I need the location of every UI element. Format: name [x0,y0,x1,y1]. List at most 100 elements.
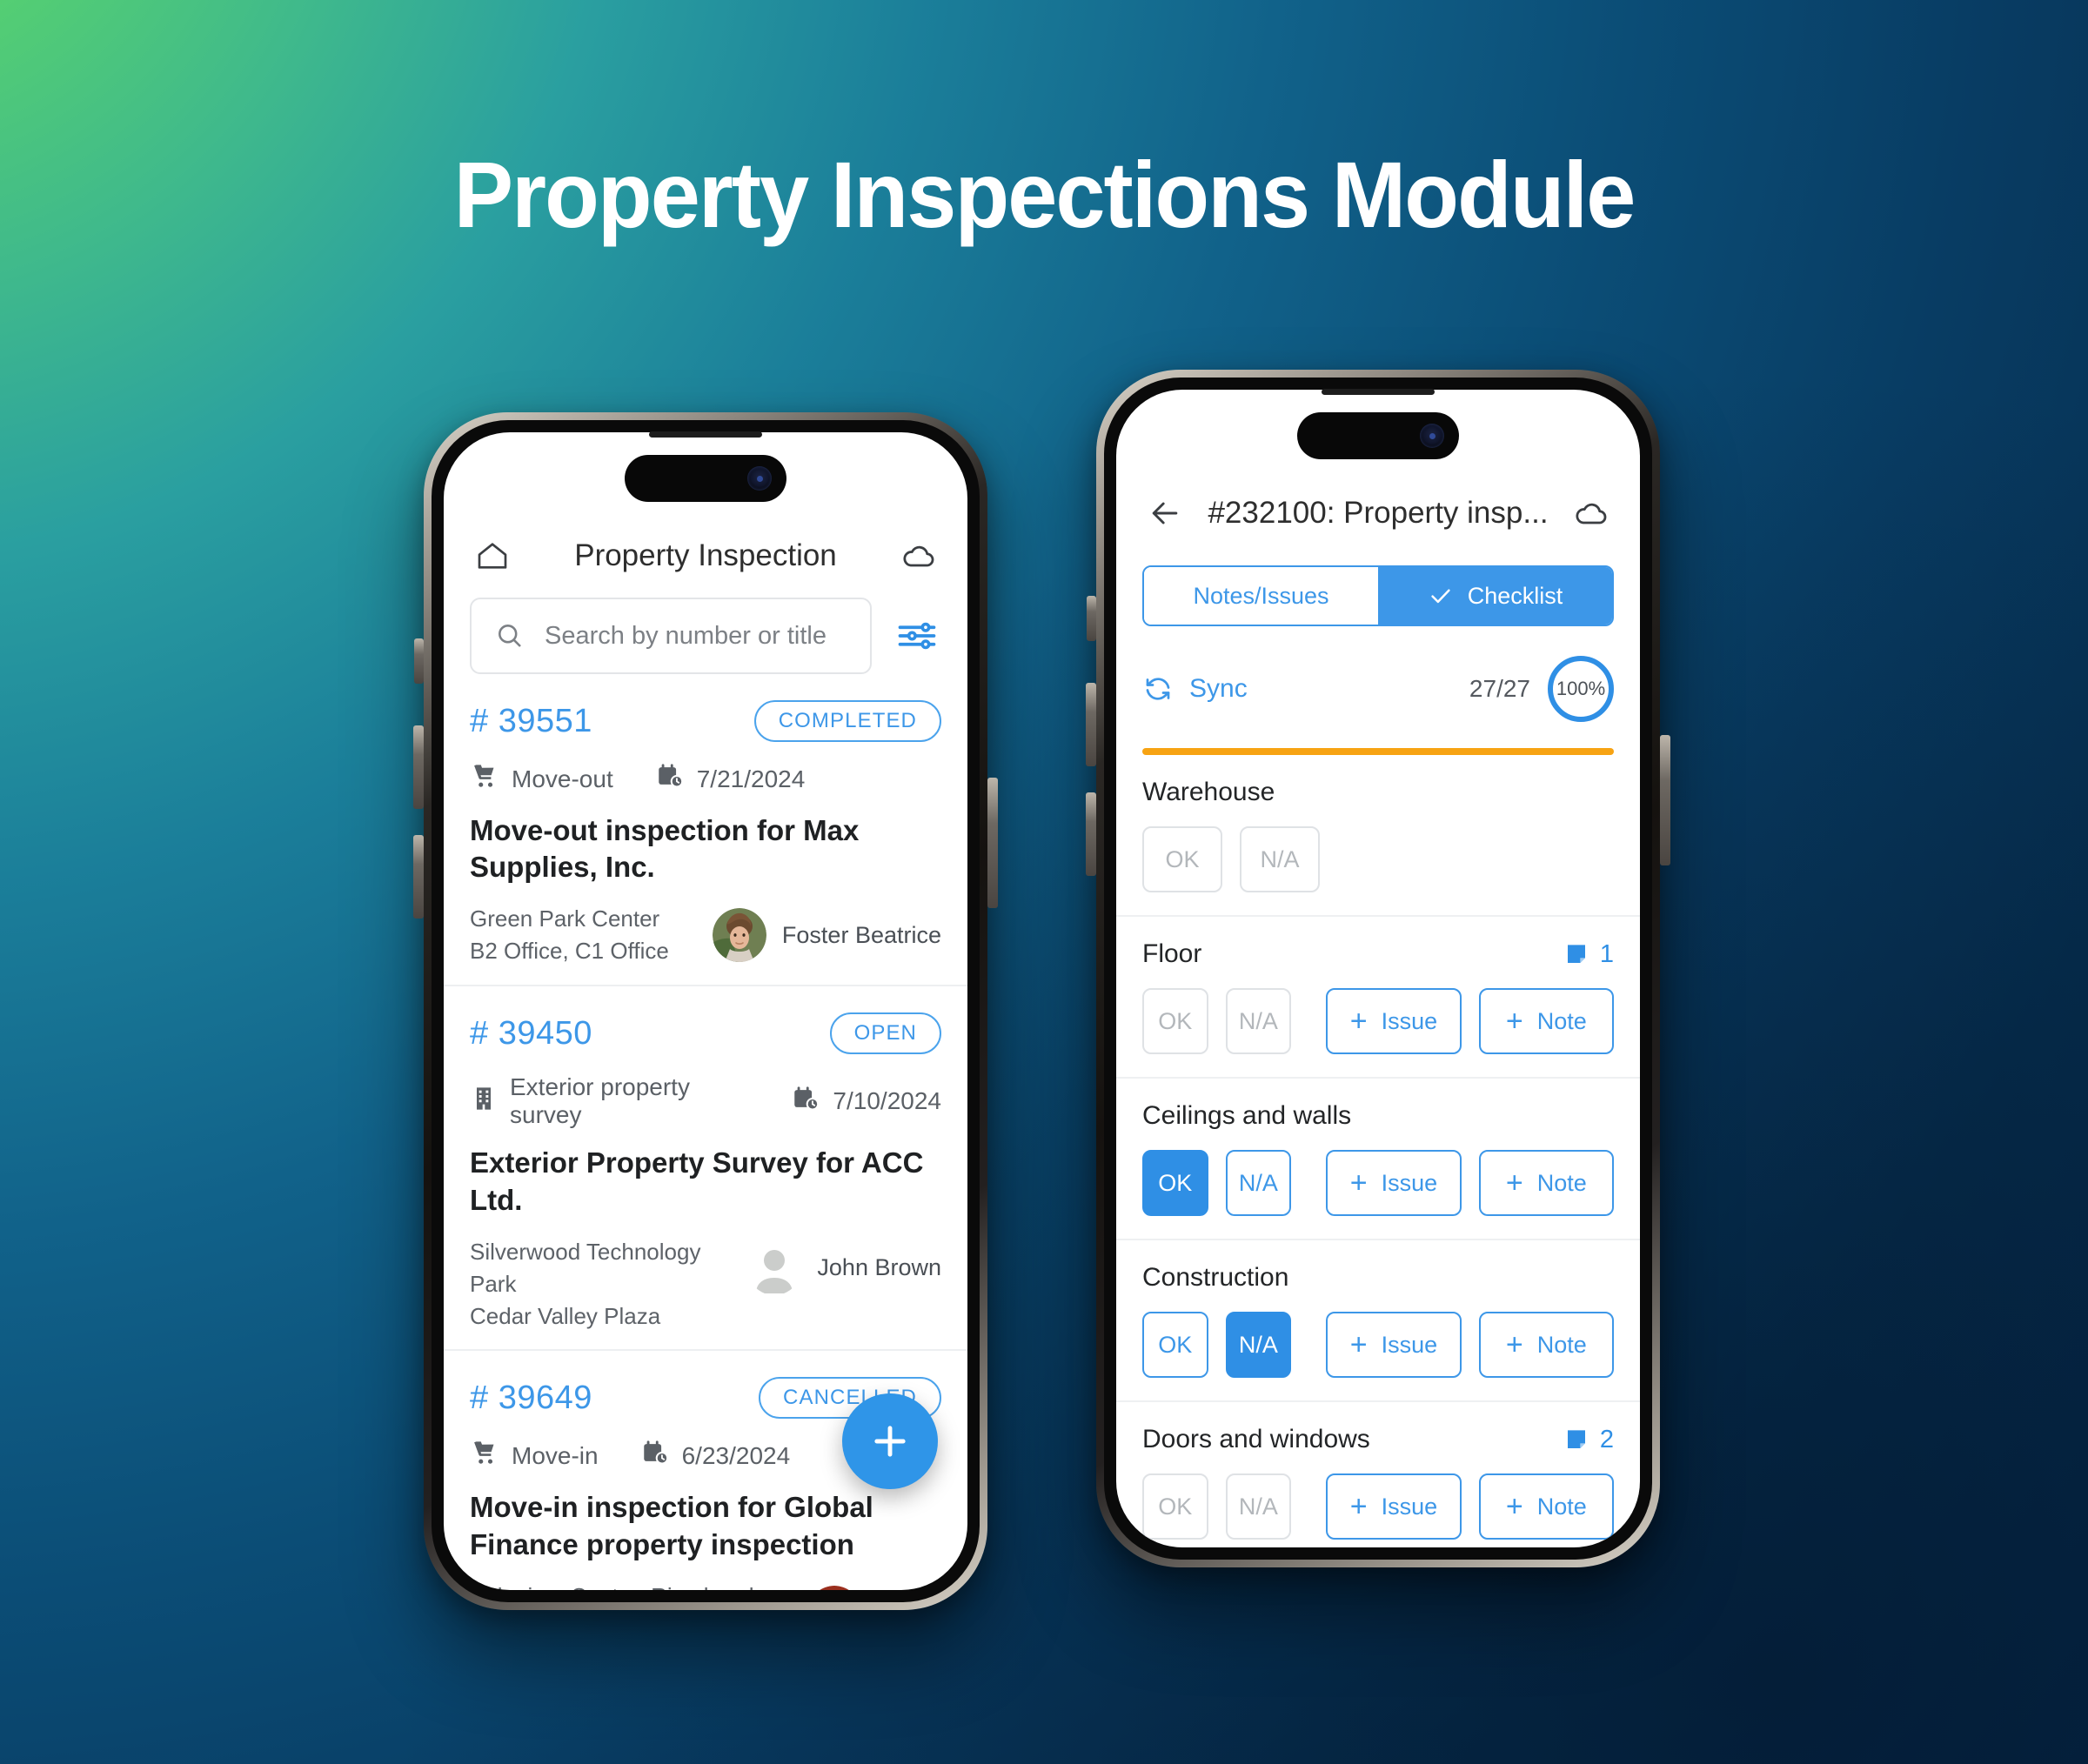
silent-switch [414,638,424,684]
inspection-number: # 39551 [470,702,592,739]
tab-notes-issues[interactable]: Notes/Issues [1144,567,1378,625]
search-row: Search by number or title [444,589,967,674]
search-placeholder: Search by number or title [545,621,826,650]
inspection-type: Move-in [512,1441,599,1469]
sync-button[interactable]: Sync [1142,673,1248,705]
add-issue-button[interactable]: + Issue [1326,988,1462,1054]
property-address: Selenium Centre, Riverbend Office Global… [470,1580,754,1590]
power-button [987,778,998,908]
inspection-title: Move-in inspection for Global Finance pr… [470,1491,873,1560]
home-icon[interactable] [470,533,515,578]
list-item-header: # 39450 OPEN [470,1012,941,1055]
checklist-row: Construction OK N/A + Issue + Note [1116,1240,1640,1402]
ok-button[interactable]: OK [1142,1150,1208,1216]
checklist-label: Warehouse [1142,778,1275,806]
check-icon [1431,589,1450,604]
plus-icon: + [1349,1166,1368,1199]
na-button[interactable]: N/A [1225,1473,1292,1540]
building-icon [470,1085,498,1119]
screen-inspection-list: Property Inspection Search by number or … [444,432,967,1590]
calendar-clock-icon [640,1438,670,1473]
add-issue-button[interactable]: + Issue [1326,1473,1462,1540]
tab-label: Checklist [1467,582,1563,609]
property-address: Silverwood Technology Park Cedar Valley … [470,1236,747,1333]
address-line: Cedar Valley Plaza [470,1302,661,1329]
inspection-type: Move-out [512,765,613,792]
list-item-meta: Exterior property survey 7/10/2024 [470,1073,941,1129]
progress-ring: 100% [1548,656,1614,722]
ok-button[interactable]: OK [1142,988,1208,1054]
volume-up-button [1086,683,1096,766]
inspection-title: Move-out inspection for Max Supplies, In… [470,814,860,884]
list-item[interactable]: # 39551 COMPLETED Move-out 7/21/2024 Mov… [444,674,967,987]
property-address: Green Park Center B2 Office, C1 Office [470,903,669,967]
address-line: Selenium Centre, Riverbend [470,1580,754,1590]
page-title: Property Inspections Module [453,142,1636,247]
search-input[interactable]: Search by number or title [470,598,872,674]
avatar [807,1585,861,1590]
ok-button[interactable]: OK [1142,826,1222,892]
checklist-row: Ceilings and walls OK N/A + Issue + Note [1116,1079,1640,1240]
add-note-button[interactable]: + Note [1478,988,1614,1054]
sync-icon [1146,678,1170,700]
list-item[interactable]: # 39450 OPEN Exterior property survey 7/… [444,986,967,1352]
cloud-icon[interactable] [896,533,941,578]
checklist-label: Floor [1142,939,1202,968]
earpiece-speaker [1322,389,1435,395]
avatar [712,908,766,963]
status-badge: COMPLETED [753,700,941,742]
tune-icon[interactable] [893,611,941,660]
plus-icon: + [1505,1005,1523,1038]
note-count: 1 [1599,939,1614,968]
plus-icon: + [1505,1166,1523,1199]
na-button[interactable]: N/A [1225,1312,1292,1378]
checklist-label: Doors and windows [1142,1425,1370,1453]
na-button[interactable]: N/A [1240,826,1320,892]
add-note-button[interactable]: + Note [1478,1312,1614,1378]
na-button[interactable]: N/A [1225,1150,1292,1216]
checklist-row: Warehouse OK N/A [1116,755,1640,917]
sync-row: Sync 27/27 100% [1116,626,1640,722]
plus-icon: + [1349,1490,1368,1523]
arrow-left-icon[interactable] [1142,491,1188,536]
inspection-date: 6/23/2024 [681,1441,791,1469]
dynamic-island [1297,412,1459,459]
na-button[interactable]: N/A [1225,988,1292,1054]
assignee: John Brown [747,1236,941,1295]
add-issue-button[interactable]: + Issue [1326,1150,1462,1216]
dolly-icon [470,761,499,797]
checklist-counts: 27/27 [1469,675,1530,702]
address-line: Silverwood Technology Park [470,1238,701,1297]
plus-icon: + [1349,1328,1368,1361]
tab-checklist[interactable]: Checklist [1378,567,1612,625]
dolly-icon [470,1438,499,1473]
search-icon [499,625,521,647]
earpiece-speaker [649,431,762,438]
dynamic-island [625,455,786,502]
add-inspection-fab[interactable] [842,1393,938,1489]
add-note-button[interactable]: + Note [1478,1473,1614,1540]
calendar-clock-icon [791,1084,820,1119]
front-camera-icon [747,466,772,491]
add-note-label: Note [1536,1169,1587,1196]
screen-inspection-detail: #232100: Property insp... Notes/Issues C… [1116,390,1640,1547]
checklist-row: Floor 1 OK N/A + Issue + Note [1116,917,1640,1079]
assignee: Foster Beatrice [712,903,941,963]
add-note-label: Note [1536,1331,1587,1358]
add-issue-button[interactable]: + Issue [1326,1312,1462,1378]
phone-mockup-detail: #232100: Property insp... Notes/Issues C… [1086,370,1670,1567]
note-count-badge: 1 [1563,940,1614,969]
cloud-icon[interactable] [1569,491,1614,536]
background-gradient [0,0,2088,1764]
detail-title: #232100: Property insp... [1208,496,1549,530]
add-issue-label: Issue [1381,1169,1438,1196]
note-icon [1567,1430,1585,1448]
inspection-number: # 39649 [470,1379,592,1416]
volume-up-button [413,725,424,809]
assignee-name: John Brown [817,1254,941,1281]
list-app-bar: Property Inspection [444,523,967,589]
inspection-date: 7/10/2024 [833,1087,941,1115]
ok-button[interactable]: OK [1142,1473,1208,1540]
ok-button[interactable]: OK [1142,1312,1208,1378]
add-note-button[interactable]: + Note [1478,1150,1614,1216]
